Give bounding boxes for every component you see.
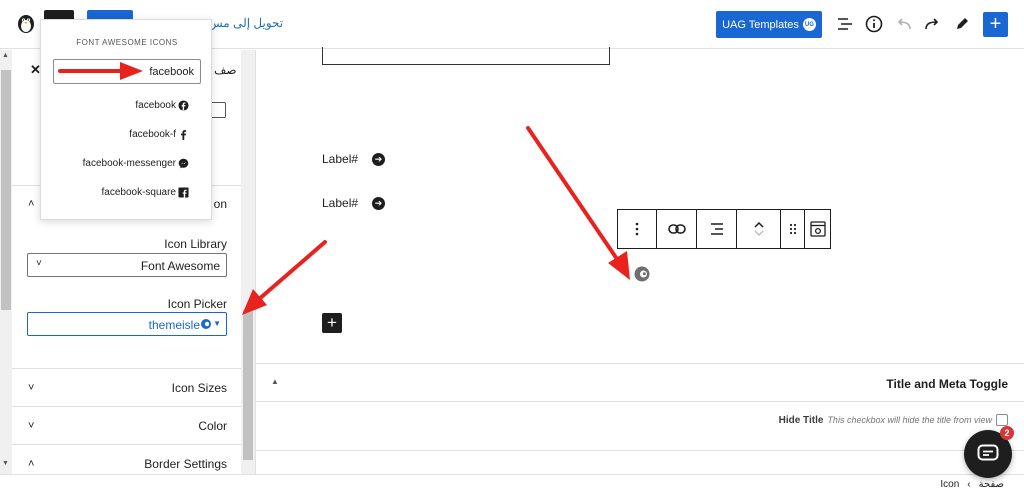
move-up-down-button[interactable]: [737, 210, 781, 248]
gear-window-icon: [809, 221, 826, 237]
dropdown-heading: FONT AWESOME ICONS: [76, 38, 178, 47]
icon-list-item-label: Label#: [322, 196, 359, 210]
metabox-header[interactable]: ▲ Title and Meta Toggle: [256, 364, 1024, 402]
section-top-label: صف: [214, 63, 237, 77]
facebook-circle-icon: [178, 100, 189, 111]
block-toolbar: [617, 209, 831, 249]
link-icon: [667, 224, 686, 234]
hide-title-row: Hide Title This checkbox will hide the t…: [779, 414, 1008, 426]
uag-templates-button[interactable]: UAG Templates UG: [716, 11, 822, 38]
icon-library-label: Icon Library: [164, 237, 227, 251]
title-meta-metabox: ▲ Title and Meta Toggle Hide Title This …: [256, 363, 1024, 474]
icon-picker-label: Icon Picker: [167, 297, 227, 311]
drag-handle[interactable]: [781, 210, 805, 248]
hide-title-checkbox[interactable]: [996, 414, 1008, 426]
hide-title-label: Hide Title: [778, 414, 824, 426]
chevron-down-icon: ˅: [28, 381, 35, 394]
chevron-down-icon: [753, 230, 764, 236]
notification-badge: 2: [1000, 426, 1014, 440]
block-settings-button[interactable]: [805, 210, 830, 248]
dropdown-caret-icon: ▼: [213, 319, 221, 328]
icon-search-input[interactable]: facebook: [53, 59, 201, 84]
icon-picker-select[interactable]: themeisle ▼: [27, 312, 227, 336]
annotation-arrow-canvas-icon: [526, 126, 621, 264]
icon-option-label: facebook-square: [101, 187, 177, 198]
chevron-down-icon: ˅: [36, 258, 42, 269]
breadcrumb-chevron-icon: ‹: [967, 479, 971, 490]
uag-badge: UG: [802, 18, 816, 31]
icon-option-label: facebook-f: [129, 129, 176, 140]
icon-list-item[interactable]: Label# ➔: [322, 196, 386, 210]
icon-option-facebook-messenger[interactable]: facebook-messenger: [83, 158, 189, 169]
canvas-block-outline[interactable]: [322, 47, 610, 65]
chevron-down-icon: ˅: [28, 419, 35, 432]
icon-list-item-label: Label#: [322, 152, 359, 166]
inserter-plus-button[interactable]: +: [322, 313, 342, 333]
breadcrumb-item-page[interactable]: صفحة: [979, 479, 1004, 490]
icon-library-select[interactable]: ˅ Font Awesome: [27, 253, 227, 277]
gear-icon[interactable]: [210, 102, 226, 118]
metabox-title: Title and Meta Toggle: [886, 377, 1008, 391]
icon-search-value: facebook: [149, 66, 194, 78]
breadcrumb: Icon ‹ صفحة: [940, 479, 1004, 490]
icon-picker-value: themeisle: [148, 318, 200, 332]
themeisle-icon[interactable]: [633, 265, 651, 283]
collapse-triangle-icon[interactable]: ▲: [271, 377, 279, 386]
chevron-up-icon: ˄: [28, 197, 35, 210]
arrow-right-circle-icon: ➔: [372, 152, 386, 166]
panel-icon-sizes-label: Icon Sizes: [171, 380, 227, 395]
panel-border-settings-label: Border Settings: [144, 456, 227, 471]
panel-border-settings[interactable]: ˄ Border Settings: [12, 444, 241, 474]
align-right-icon: [710, 223, 723, 235]
pencil-icon[interactable]: [951, 13, 973, 35]
switch-editor-link[interactable]: تحويل إلى مس: [208, 16, 283, 30]
chat-icon: [977, 444, 999, 461]
icon-option-label: facebook: [135, 100, 176, 111]
facebook-f-icon: [181, 130, 187, 140]
sidebar-scrollbar-right[interactable]: [241, 50, 255, 474]
chevron-up-icon: [753, 222, 764, 228]
icon-option-facebook[interactable]: facebook: [135, 100, 189, 111]
redo-icon[interactable]: [921, 13, 943, 35]
undo-icon[interactable]: [893, 13, 915, 35]
annotation-arrow-icon-picker: [256, 240, 327, 302]
facebook-square-icon: [178, 187, 189, 198]
chat-support-button[interactable]: 2: [964, 426, 1014, 478]
themeisle-icon: [201, 319, 211, 329]
more-vertical-icon: [635, 222, 639, 236]
hide-title-description: This checkbox will hide the title from v…: [827, 415, 992, 425]
list-view-icon[interactable]: [834, 13, 856, 35]
panel-icon-label: on: [213, 196, 227, 211]
arrow-right-circle-icon: ➔: [372, 196, 386, 210]
link-button[interactable]: [657, 210, 697, 248]
penguin-logo-icon[interactable]: [16, 12, 36, 34]
add-block-button[interactable]: +: [983, 12, 1008, 37]
icon-option-label: facebook-messenger: [82, 158, 176, 169]
breadcrumb-item-icon[interactable]: Icon: [940, 479, 959, 490]
icon-option-facebook-square[interactable]: facebook-square: [102, 187, 190, 198]
messenger-icon: [178, 158, 189, 169]
info-icon[interactable]: [863, 13, 885, 35]
panel-color[interactable]: ˅ Color: [12, 406, 241, 444]
panel-color-label: Color: [198, 418, 227, 433]
block-breadcrumb-bar: Icon ‹ صفحة: [0, 474, 1024, 494]
sidebar-scrollbar-left[interactable]: ▲ ▼: [0, 50, 12, 474]
font-awesome-icon-dropdown: FONT AWESOME ICONS facebook facebook fac…: [40, 19, 212, 220]
align-button[interactable]: [697, 210, 737, 248]
chevron-up-icon: ˄: [28, 457, 35, 470]
uag-templates-label: UAG Templates: [722, 18, 799, 31]
drag-handle-icon: [789, 223, 796, 235]
icon-option-facebook-f[interactable]: facebook-f: [129, 129, 189, 140]
options-button[interactable]: [618, 210, 657, 248]
icon-list-item[interactable]: Label# ➔: [322, 152, 386, 166]
icon-library-value: Font Awesome: [140, 259, 220, 273]
panel-icon-sizes[interactable]: ˅ Icon Sizes: [12, 368, 241, 406]
